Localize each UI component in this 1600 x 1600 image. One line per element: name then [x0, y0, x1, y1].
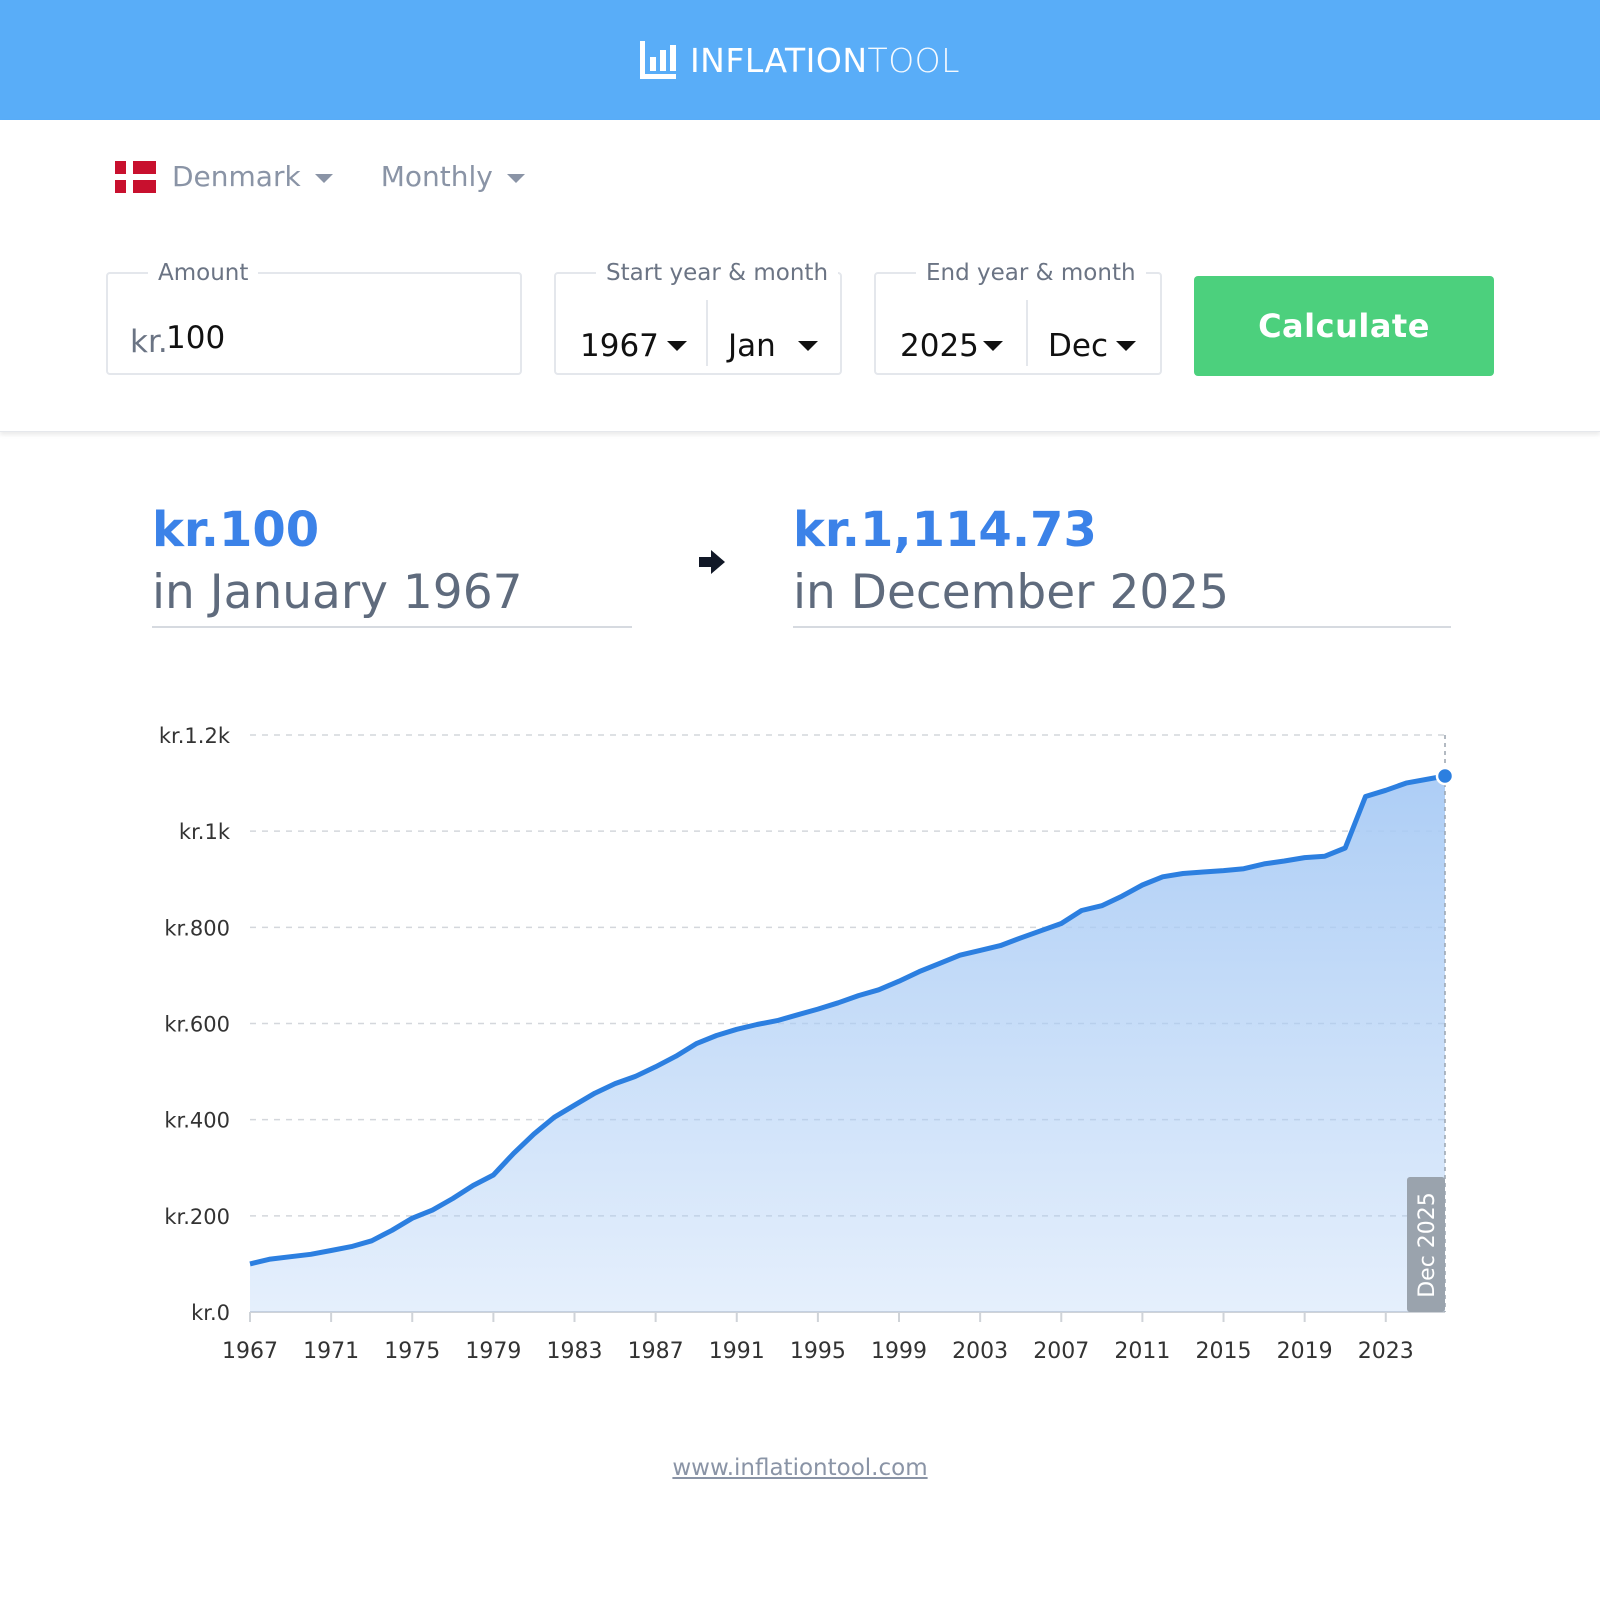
x-tick-label: 1995	[790, 1339, 846, 1364]
x-tick-label: 2007	[1033, 1339, 1089, 1364]
divider	[706, 300, 708, 366]
x-tick-label: 2023	[1358, 1339, 1414, 1364]
end-year-select[interactable]: 2025	[900, 316, 1003, 376]
x-tick-label: 1975	[384, 1339, 440, 1364]
denmark-flag-icon	[115, 160, 156, 193]
to-amount: kr.1,114.73	[793, 502, 1097, 558]
bar-chart-icon	[639, 41, 676, 79]
x-tick-label: 1983	[547, 1339, 603, 1364]
start-date-field: Start year & month 1967 Jan	[554, 260, 842, 375]
caret-down-icon	[982, 341, 1003, 351]
amount-label: Amount	[158, 260, 249, 286]
y-tick-label: kr.1.2k	[159, 724, 231, 748]
y-tick-label: kr.200	[164, 1205, 230, 1229]
y-tick-label: kr.400	[164, 1109, 230, 1133]
end-date-field: End year & month 2025 Dec	[874, 260, 1162, 375]
divider	[1026, 300, 1028, 366]
endpoint-marker	[1435, 766, 1455, 786]
amount-field: Amount kr.	[106, 260, 522, 375]
inflation-chart: kr.0 kr.200 kr.400 kr.600 kr.800 kr.1k kr.1.2k…	[159, 724, 1455, 1364]
area-fill	[250, 776, 1445, 1312]
calculate-button[interactable]: Calculate	[1194, 276, 1494, 376]
logo-text: INFLATIONTOOL	[689, 40, 961, 80]
x-tick-label: 1991	[709, 1339, 765, 1364]
chevron-down-icon	[314, 173, 333, 183]
currency-prefix: kr.	[130, 324, 168, 360]
x-tick-label: 1987	[628, 1339, 684, 1364]
y-tick-label: kr.600	[164, 1013, 230, 1037]
result-to: kr.1,114.73 in December 2025	[793, 500, 1451, 628]
caret-down-icon	[1116, 341, 1136, 351]
x-tick-label: 1999	[871, 1339, 927, 1364]
x-tick-label: 2019	[1277, 1339, 1333, 1364]
start-date-label: Start year & month	[606, 260, 829, 286]
x-tick-label: 1979	[465, 1339, 521, 1364]
x-tick-label: 1967	[222, 1339, 278, 1364]
start-month-select[interactable]: Jan	[728, 316, 818, 376]
x-tick-label: 2011	[1114, 1339, 1170, 1364]
site-logo[interactable]: INFLATIONTOOL	[639, 40, 961, 80]
y-tick-label: kr.1k	[179, 820, 231, 844]
site-header: INFLATIONTOOL	[0, 0, 1600, 120]
arrow-right-icon	[699, 550, 725, 574]
x-tick-label: 2003	[952, 1339, 1008, 1364]
x-tick-label: 1971	[303, 1339, 359, 1364]
date-flag-label: Dec 2025	[1415, 1192, 1440, 1298]
end-date-label: End year & month	[926, 260, 1136, 286]
frequency-dropdown[interactable]: Monthly	[381, 160, 525, 193]
footer-website-link[interactable]: www.inflationtool.com	[0, 1455, 1600, 1481]
amount-input[interactable]	[166, 316, 466, 360]
chevron-down-icon	[506, 173, 525, 183]
end-month-select[interactable]: Dec	[1048, 316, 1136, 376]
to-date: in December 2025	[793, 565, 1230, 620]
from-amount: kr.100	[152, 502, 320, 558]
x-tick-label: 2015	[1196, 1339, 1252, 1364]
from-date: in January 1967	[152, 565, 523, 620]
caret-down-icon	[666, 341, 687, 351]
y-tick-label: kr.800	[164, 916, 230, 940]
start-year-select[interactable]: 1967	[580, 316, 687, 376]
y-tick-label: kr.0	[191, 1301, 230, 1325]
result-from: kr.100 in January 1967	[152, 500, 632, 628]
caret-down-icon	[797, 341, 818, 351]
country-dropdown[interactable]: Denmark	[172, 160, 333, 193]
calculator-panel: Denmark Monthly Amount kr. Start year & …	[0, 120, 1600, 432]
